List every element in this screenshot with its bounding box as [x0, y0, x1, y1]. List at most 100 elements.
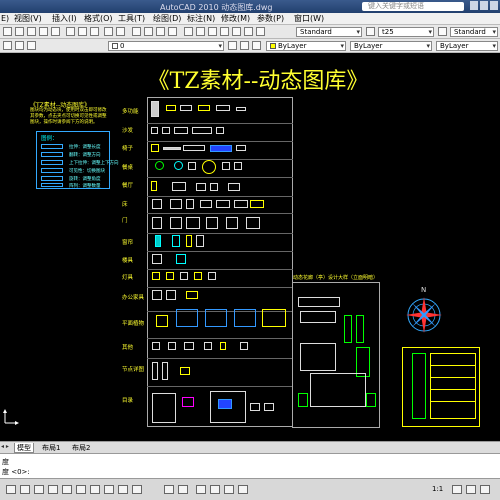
- block-thumbnail[interactable]: [152, 199, 162, 209]
- layer-state-icon[interactable]: [15, 41, 24, 50]
- zoom-status-icon[interactable]: [210, 485, 220, 494]
- gate-block[interactable]: [310, 373, 366, 407]
- block-thumbnail[interactable]: [210, 183, 218, 191]
- block-thumbnail[interactable]: [168, 342, 176, 350]
- new-icon[interactable]: [3, 27, 12, 36]
- block-thumbnail[interactable]: [240, 342, 248, 350]
- block-thumbnail[interactable]: [170, 217, 182, 229]
- block-thumbnail[interactable]: [196, 183, 206, 191]
- block-thumbnail[interactable]: [236, 107, 246, 111]
- block-thumbnail[interactable]: [152, 393, 176, 423]
- markup-icon[interactable]: [232, 27, 241, 36]
- dyn-icon[interactable]: [104, 485, 114, 494]
- lineweight-icon[interactable]: [118, 485, 128, 494]
- pan-status-icon[interactable]: [196, 485, 206, 494]
- block-thumbnail[interactable]: [172, 235, 180, 247]
- block-thumbnail[interactable]: [176, 254, 186, 264]
- command-prompt[interactable]: 度 <0>:: [2, 467, 30, 477]
- block-thumbnail[interactable]: [196, 235, 204, 247]
- block-thumbnail[interactable]: [234, 200, 248, 208]
- block-thumbnail[interactable]: [156, 315, 168, 327]
- shrub-block[interactable]: [298, 393, 308, 407]
- properties-icon[interactable]: [184, 27, 193, 36]
- table-style-icon[interactable]: [438, 27, 447, 36]
- shrub-block[interactable]: [366, 393, 376, 407]
- menu-parametric[interactable]: 参数(P): [257, 13, 284, 25]
- block-thumbnail[interactable]: [194, 272, 202, 280]
- block-thumbnail[interactable]: [182, 397, 194, 407]
- block-thumbnail[interactable]: [186, 235, 192, 247]
- block-thumbnail[interactable]: [152, 362, 158, 380]
- dim-style-select[interactable]: t25: [378, 27, 434, 37]
- block-thumbnail[interactable]: [151, 101, 159, 117]
- block-thumbnail[interactable]: [184, 342, 194, 350]
- colonnade-block[interactable]: [300, 343, 336, 371]
- layout-icon[interactable]: [178, 485, 188, 494]
- block-thumbnail[interactable]: [246, 217, 260, 229]
- block-thumbnail[interactable]: [180, 105, 192, 111]
- block-thumbnail[interactable]: [200, 200, 212, 208]
- tab-scroll-arrows[interactable]: ◂ ▸: [1, 443, 9, 450]
- layer-select[interactable]: 0: [108, 41, 224, 51]
- block-thumbnail[interactable]: [166, 105, 176, 111]
- tab-layout1[interactable]: 布局1: [40, 443, 62, 453]
- save-icon[interactable]: [27, 27, 36, 36]
- grid-icon[interactable]: [20, 485, 30, 494]
- block-thumbnail[interactable]: [250, 200, 264, 208]
- block-thumbnail[interactable]: [218, 399, 232, 409]
- linetype-select[interactable]: ByLayer: [350, 41, 432, 51]
- help-icon[interactable]: [256, 27, 265, 36]
- block-thumbnail[interactable]: [152, 217, 162, 229]
- osnap-icon[interactable]: [62, 485, 72, 494]
- ortho-icon[interactable]: [34, 485, 44, 494]
- block-thumbnail[interactable]: [155, 161, 164, 170]
- block-thumbnail[interactable]: [216, 127, 224, 134]
- menu-tools[interactable]: 工具(T): [118, 13, 145, 25]
- block-thumbnail[interactable]: [152, 272, 160, 280]
- zoom-previous-icon[interactable]: [168, 27, 177, 36]
- annotation-visibility-icon[interactable]: [452, 485, 462, 494]
- column-block[interactable]: [356, 315, 364, 343]
- block-thumbnail[interactable]: [222, 162, 230, 170]
- block-thumbnail[interactable]: [186, 199, 194, 209]
- tab-model[interactable]: 模型: [14, 443, 34, 453]
- block-thumbnail[interactable]: [234, 162, 242, 170]
- block-thumbnail[interactable]: [205, 309, 227, 327]
- block-thumbnail[interactable]: [186, 291, 198, 299]
- block-thumbnail[interactable]: [226, 217, 238, 229]
- block-thumbnail[interactable]: [250, 403, 260, 411]
- block-thumbnail[interactable]: [174, 127, 188, 134]
- layer-manager-icon[interactable]: [3, 41, 12, 50]
- pergola-block[interactable]: [300, 311, 336, 323]
- block-thumbnail[interactable]: [151, 127, 158, 134]
- block-thumbnail[interactable]: [166, 290, 176, 300]
- polar-icon[interactable]: [48, 485, 58, 494]
- block-thumbnail[interactable]: [186, 217, 200, 229]
- block-thumbnail[interactable]: [152, 290, 162, 300]
- quick-properties-icon[interactable]: [132, 485, 142, 494]
- layer-match-icon[interactable]: [252, 41, 261, 50]
- block-thumbnail[interactable]: [236, 145, 246, 151]
- block-thumbnail[interactable]: [204, 342, 212, 350]
- otrack-icon[interactable]: [76, 485, 86, 494]
- pergola-block[interactable]: [298, 297, 340, 307]
- block-thumbnail[interactable]: [220, 342, 226, 350]
- block-thumbnail[interactable]: [176, 309, 198, 327]
- block-thumbnail[interactable]: [262, 309, 286, 327]
- block-thumbnail[interactable]: [206, 217, 218, 229]
- zoom-icon[interactable]: [144, 27, 153, 36]
- drawing-canvas[interactable]: 《TZ素材--动态图库》 《TZ素材--动态图库》 图块均为动态块，使用时双击即…: [0, 53, 500, 441]
- zoom-window-icon[interactable]: [156, 27, 165, 36]
- layer-on-icon[interactable]: [27, 41, 36, 50]
- menu-view[interactable]: 视图(V): [14, 13, 42, 25]
- block-thumbnail[interactable]: [208, 272, 216, 280]
- sheet-set-icon[interactable]: [220, 27, 229, 36]
- tab-layout2[interactable]: 布局2: [70, 443, 92, 453]
- menu-modify[interactable]: 修改(M): [221, 13, 250, 25]
- calculator-icon[interactable]: [244, 27, 253, 36]
- model-space-icon[interactable]: [164, 485, 174, 494]
- block-thumbnail[interactable]: [180, 272, 188, 280]
- close-button[interactable]: [490, 1, 498, 10]
- column-block[interactable]: [344, 315, 352, 343]
- minimize-button[interactable]: [470, 1, 478, 10]
